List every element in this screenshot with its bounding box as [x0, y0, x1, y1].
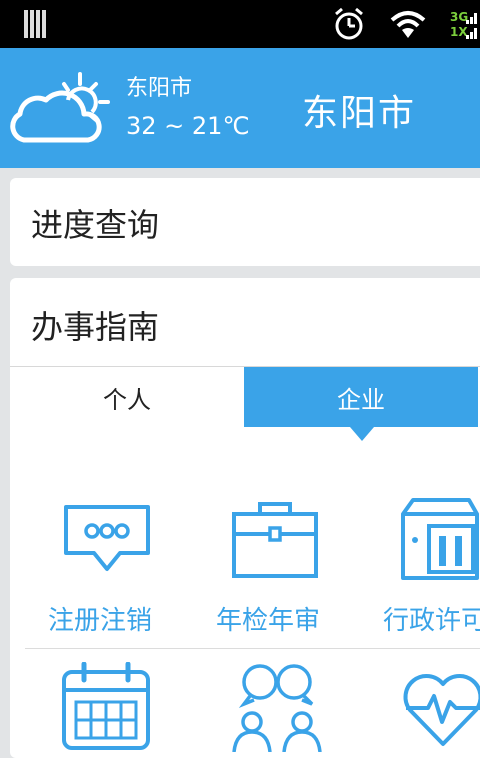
row-divider	[25, 648, 480, 649]
sim-card-icon	[24, 10, 46, 38]
tab-business[interactable]: 企业	[244, 367, 478, 427]
partly-cloudy-icon	[10, 72, 110, 143]
network-type-bottom: 1X	[450, 25, 468, 39]
people-icon	[232, 664, 322, 752]
tab-personal-label: 个人	[103, 385, 151, 414]
heart-pulse-icon	[403, 674, 480, 746]
guide-item-label: 年检年审	[216, 606, 321, 636]
tab-business-label: 企业	[337, 385, 385, 414]
alarm-icon	[335, 7, 363, 40]
active-tab-pointer	[350, 427, 374, 441]
app-header: 东阳市 32 ~ 21℃ 东阳市	[0, 48, 480, 168]
tab-personal[interactable]: 个人	[10, 367, 244, 427]
guide-item-label: 注册注销	[48, 606, 153, 636]
briefcase-icon	[232, 502, 318, 578]
calendar-icon	[62, 662, 150, 750]
signal-icon	[466, 13, 477, 39]
guide-card: 办事指南 个人 企业 注册注销 年检年审 行政许可	[10, 278, 480, 758]
status-bar: 3G 1X	[0, 0, 480, 48]
progress-query-card[interactable]: 进度查询	[10, 178, 480, 266]
progress-query-title: 进度查询	[31, 206, 160, 244]
guide-item-label: 行政许可	[383, 606, 480, 636]
weather-city: 东阳市	[126, 76, 193, 101]
building-icon	[401, 498, 479, 580]
guide-title: 办事指南	[31, 308, 160, 346]
wifi-icon	[390, 11, 426, 38]
page-title[interactable]: 东阳市	[302, 84, 416, 136]
weather-temperature: 32 ~ 21℃	[126, 112, 250, 140]
chat-bubble-icon	[64, 505, 150, 571]
